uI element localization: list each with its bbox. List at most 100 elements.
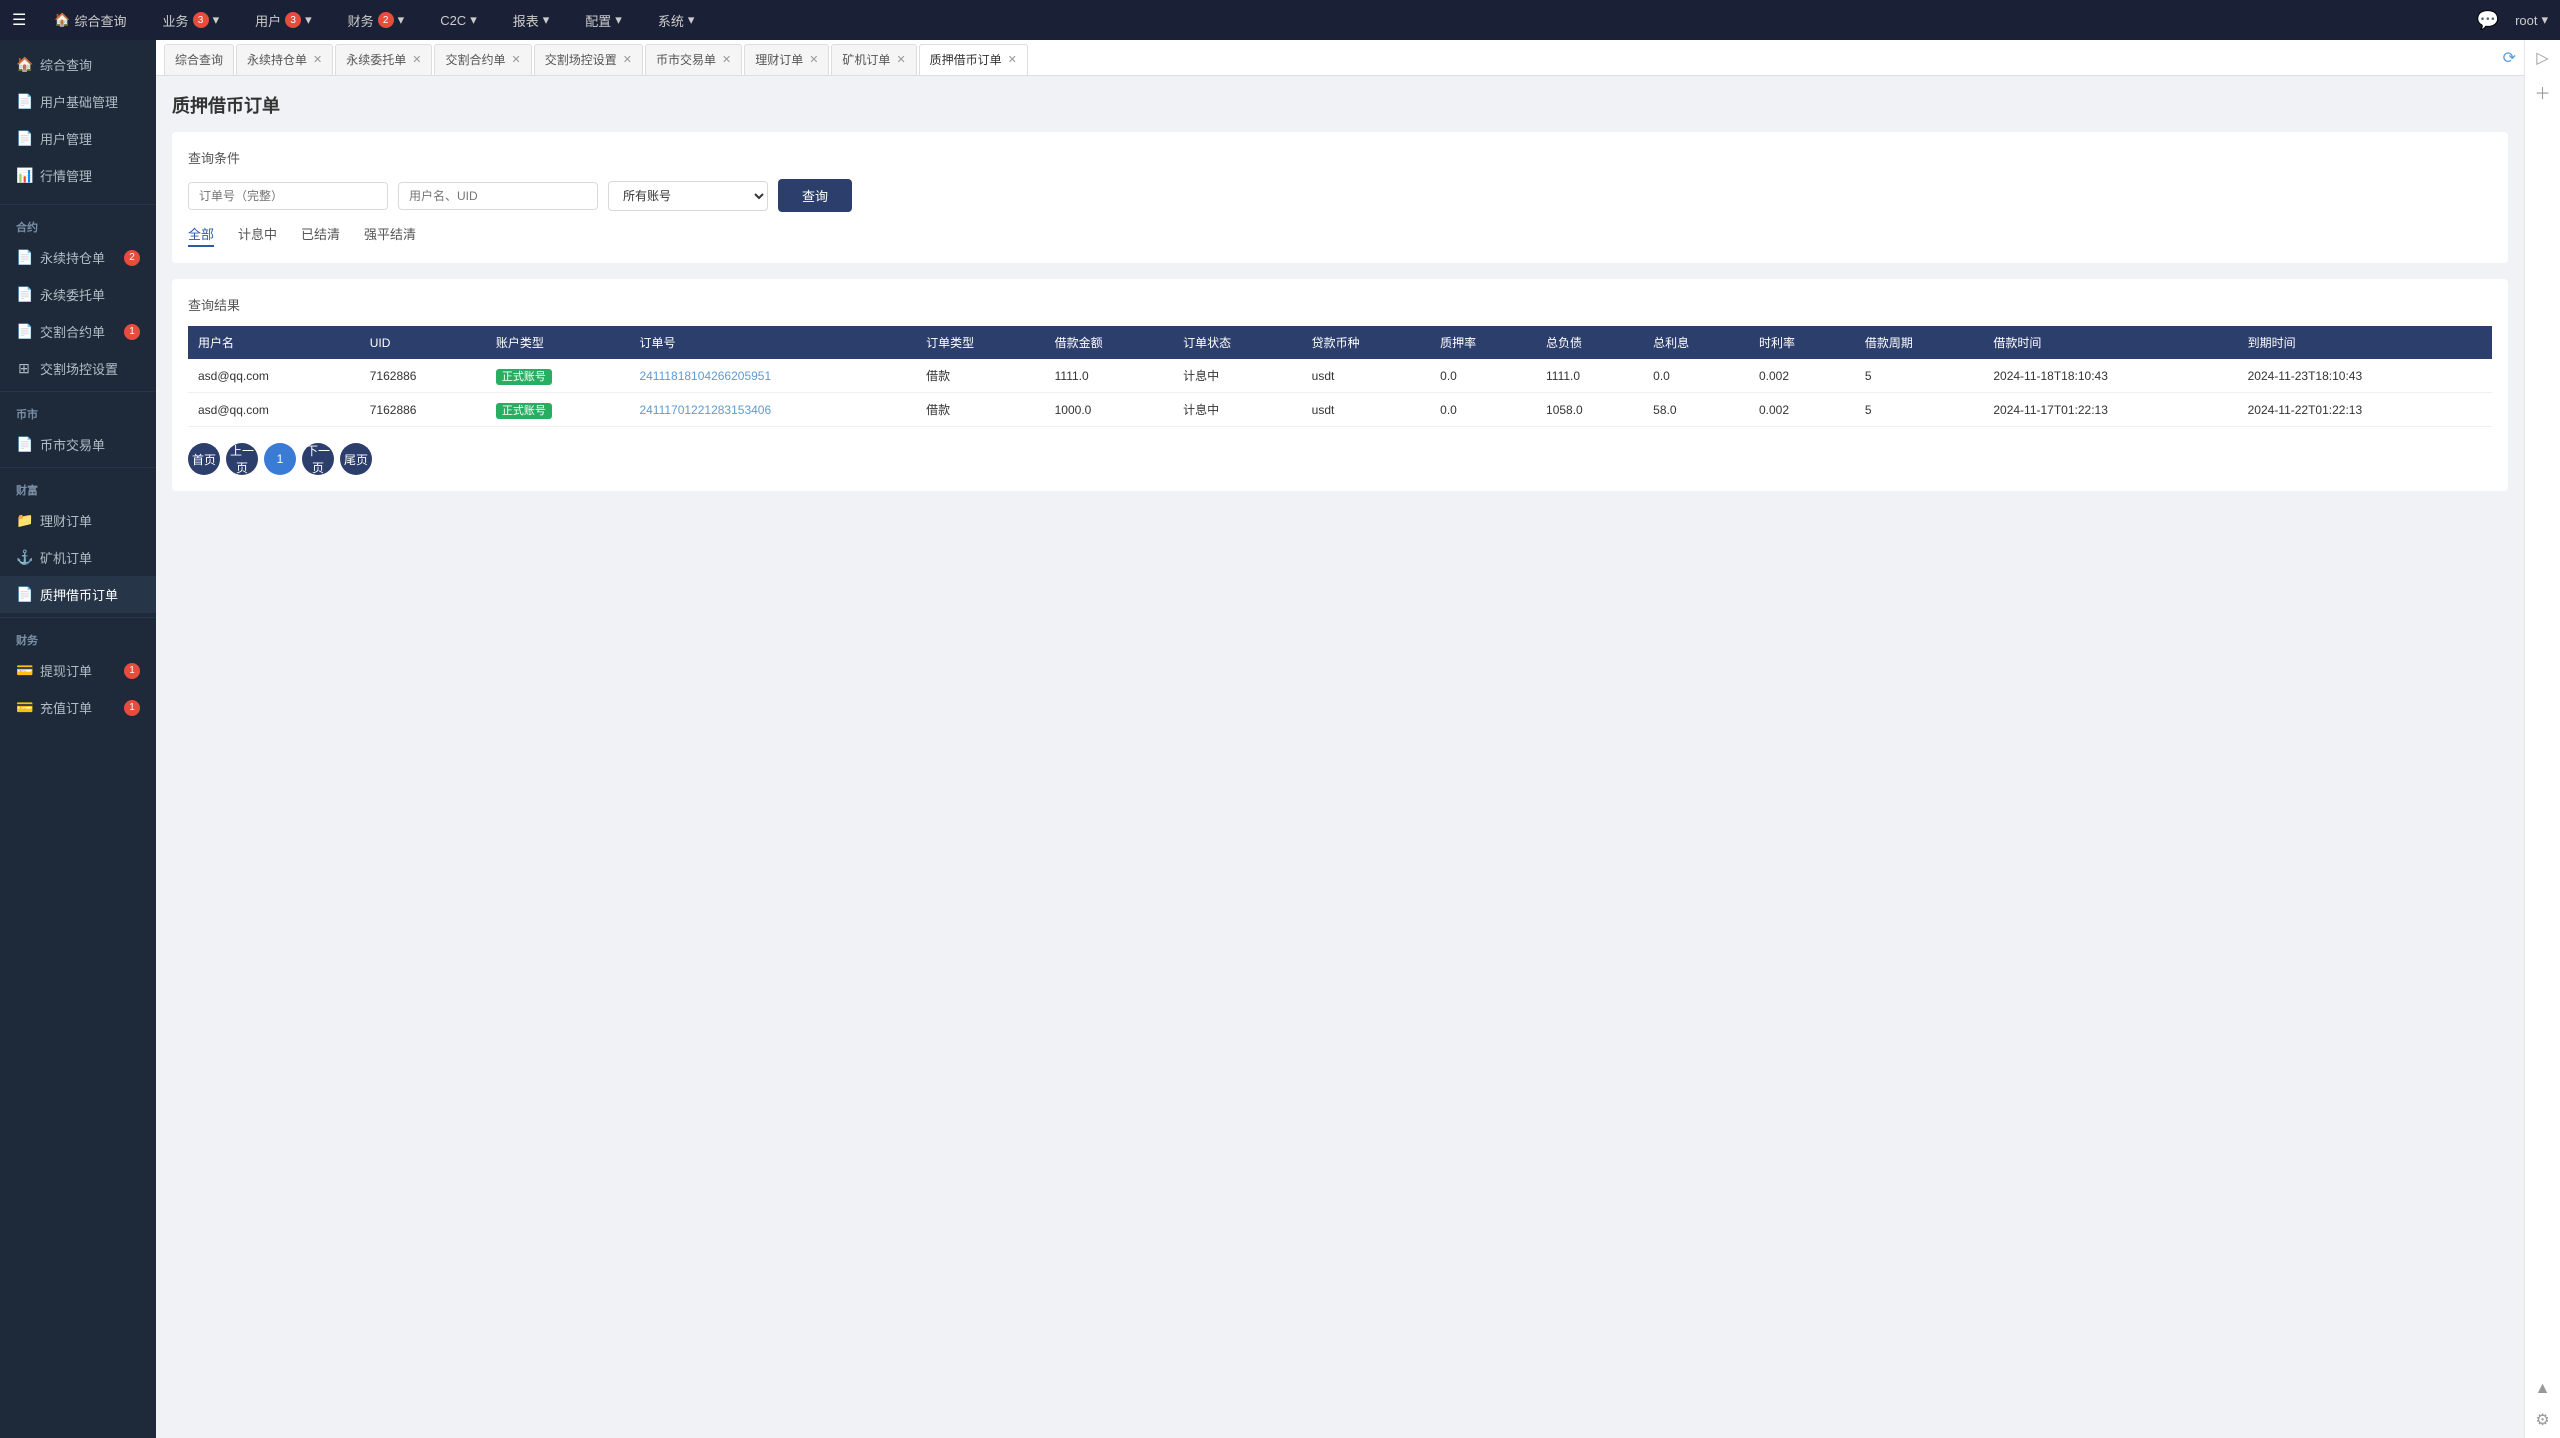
tab-coin-trade[interactable]: 币市交易单 ✕ <box>645 44 742 76</box>
sidebar-item-recharge[interactable]: 💳 充值订单 1 <box>0 689 156 726</box>
nav-system[interactable]: 系统 ▾ <box>650 0 703 40</box>
sidebar-item-market[interactable]: 📊 行情管理 <box>0 157 156 194</box>
cell-order-type-0: 借款 <box>916 359 1045 393</box>
sidebar-withdraw-label: 提现订单 <box>40 661 92 680</box>
chart-icon: 📊 <box>16 167 32 184</box>
tab-financial[interactable]: 理财订单 ✕ <box>744 44 829 76</box>
order-number-input[interactable] <box>188 182 388 210</box>
menu-icon[interactable]: ☰ <box>12 10 26 30</box>
sidebar-item-user-basic[interactable]: 📄 用户基础管理 <box>0 83 156 120</box>
cell-uid-0: 7162886 <box>360 359 486 393</box>
recharge-badge: 1 <box>124 700 140 716</box>
tab-financial-close[interactable]: ✕ <box>809 53 818 66</box>
tab-perpetual-hold[interactable]: 永续持仓单 ✕ <box>236 44 333 76</box>
tab-miner-close[interactable]: ✕ <box>896 53 905 66</box>
next-page-button[interactable]: 下一页 <box>302 443 334 475</box>
cell-username-1: asd@qq.com <box>188 393 360 427</box>
cell-order-id-0[interactable]: 24111818104266205951 <box>629 359 916 393</box>
sidebar-item-perpetual-delegate[interactable]: 📄 永续委托单 <box>0 276 156 313</box>
sidebar-item-delivery-control[interactable]: ⊞ 交割场控设置 <box>0 350 156 387</box>
nav-business[interactable]: 业务 3 ▾ <box>155 0 228 40</box>
nav-home-label: 综合查询 <box>75 11 127 30</box>
tab-overview[interactable]: 综合查询 <box>164 44 234 76</box>
sidebar-item-perpetual-hold[interactable]: 📄 永续持仓单 2 <box>0 239 156 276</box>
search-button[interactable]: 查询 <box>778 179 852 212</box>
filter-tab-liquidated[interactable]: 强平结清 <box>364 224 416 247</box>
card-icon: 💳 <box>16 662 32 679</box>
th-pledge-rate: 质押率 <box>1430 326 1536 359</box>
doc-icon: 📄 <box>16 286 32 303</box>
th-account-type: 账户类型 <box>486 326 630 359</box>
nav-user[interactable]: 用户 3 ▾ <box>247 0 320 40</box>
search-section: 查询条件 所有账号 正式账号 测试账号 查询 全部 计息中 已结清 强平结清 <box>172 132 2508 263</box>
cell-uid-1: 7162886 <box>360 393 486 427</box>
perpetual-hold-badge: 2 <box>124 250 140 266</box>
tab-miner[interactable]: 矿机订单 ✕ <box>831 44 916 76</box>
tab-delivery-contract-close[interactable]: ✕ <box>512 53 521 66</box>
tab-pledge[interactable]: 质押借币订单 ✕ <box>919 44 1028 76</box>
nav-config[interactable]: 配置 ▾ <box>577 0 630 40</box>
tab-delivery-control[interactable]: 交割场控设置 ✕ <box>534 44 643 76</box>
nav-finance-arrow: ▾ <box>398 12 405 28</box>
doc-icon: 📄 <box>16 436 32 453</box>
th-order-status: 订单状态 <box>1173 326 1302 359</box>
th-loan-amount: 借款金额 <box>1045 326 1174 359</box>
sidebar-item-withdraw[interactable]: 💳 提现订单 1 <box>0 652 156 689</box>
order-id-link-0[interactable]: 24111818104266205951 <box>639 369 771 383</box>
sidebar-top-section: 🏠 综合查询 📄 用户基础管理 📄 用户管理 📊 行情管理 <box>0 40 156 200</box>
nav-finance[interactable]: 财务 2 ▾ <box>340 0 413 40</box>
right-sidebar-up-icon[interactable]: ▲ <box>2535 1380 2551 1398</box>
tab-delivery-control-close[interactable]: ✕ <box>623 53 632 66</box>
nav-home[interactable]: 🏠 综合查询 <box>46 0 134 40</box>
tab-perpetual-delegate[interactable]: 永续委托单 ✕ <box>335 44 432 76</box>
user-menu[interactable]: root ▾ <box>2515 12 2548 28</box>
cell-loan-time-1: 2024-11-17T01:22:13 <box>1983 393 2237 427</box>
sidebar-user-mgmt-label: 用户管理 <box>40 129 92 148</box>
tab-financial-label: 理财订单 <box>755 51 803 68</box>
refresh-icon[interactable]: ⟳ <box>2503 48 2516 68</box>
filter-tab-accruing[interactable]: 计息中 <box>238 224 277 247</box>
nav-reports[interactable]: 报表 ▾ <box>505 0 558 40</box>
nav-c2c[interactable]: C2C ▾ <box>432 0 485 40</box>
sidebar-perpetual-delegate-label: 永续委托单 <box>40 285 105 304</box>
right-sidebar-settings-icon[interactable]: ⚙ <box>2535 1410 2549 1430</box>
tab-perpetual-delegate-close[interactable]: ✕ <box>412 53 421 66</box>
page-title: 质押借币订单 <box>172 92 2508 118</box>
sidebar-item-delivery-contract[interactable]: 📄 交割合约单 1 <box>0 313 156 350</box>
nav-reports-label: 报表 <box>513 11 539 30</box>
tab-coin-trade-close[interactable]: ✕ <box>722 53 731 66</box>
tab-pledge-close[interactable]: ✕ <box>1008 53 1017 66</box>
sidebar-item-miner-orders[interactable]: ⚓ 矿机订单 <box>0 539 156 576</box>
order-id-link-1[interactable]: 24111701221283153406 <box>639 403 771 417</box>
nav-user-badge: 3 <box>285 12 301 28</box>
sidebar-delivery-contract-label: 交割合约单 <box>40 322 105 341</box>
tab-perpetual-hold-close[interactable]: ✕ <box>313 53 322 66</box>
filter-tab-all[interactable]: 全部 <box>188 224 214 247</box>
first-page-button[interactable]: 首页 <box>188 443 220 475</box>
sidebar-group-contract-label: 合约 <box>0 209 156 239</box>
sidebar-market-label: 行情管理 <box>40 166 92 185</box>
chat-icon[interactable]: 💬 <box>2477 10 2499 31</box>
prev-page-button[interactable]: 上一页 <box>226 443 258 475</box>
tab-delivery-contract[interactable]: 交割合约单 ✕ <box>434 44 531 76</box>
sidebar-item-overview[interactable]: 🏠 综合查询 <box>0 46 156 83</box>
username-uid-input[interactable] <box>398 182 598 210</box>
sidebar-item-user-mgmt[interactable]: 📄 用户管理 <box>0 120 156 157</box>
filter-tab-settled[interactable]: 已结清 <box>301 224 340 247</box>
last-page-button[interactable]: 尾页 <box>340 443 372 475</box>
doc-icon: 📄 <box>16 249 32 266</box>
nav-finance-label: 财务 <box>348 11 374 30</box>
sidebar-item-financial-orders[interactable]: 📁 理财订单 <box>0 502 156 539</box>
cell-total-debt-0: 1111.0 <box>1536 359 1643 393</box>
cell-hourly-rate-1: 0.002 <box>1749 393 1855 427</box>
account-type-select[interactable]: 所有账号 正式账号 测试账号 <box>608 181 768 211</box>
sidebar-item-coin-trade[interactable]: 📄 币市交易单 <box>0 426 156 463</box>
right-sidebar-add-icon[interactable]: ＋ <box>2534 80 2550 104</box>
right-sidebar-expand-icon[interactable]: ▷ <box>2536 48 2548 68</box>
sidebar-item-pledge-orders[interactable]: 📄 质押借币订单 <box>0 576 156 613</box>
current-page-button[interactable]: 1 <box>264 443 296 475</box>
nav-business-label: 业务 <box>163 11 189 30</box>
tab-perpetual-delegate-label: 永续委托单 <box>346 51 406 68</box>
data-table: 用户名 UID 账户类型 订单号 订单类型 借款金额 订单状态 贷款币种 质押率… <box>188 326 2492 427</box>
cell-order-id-1[interactable]: 24111701221283153406 <box>629 393 916 427</box>
